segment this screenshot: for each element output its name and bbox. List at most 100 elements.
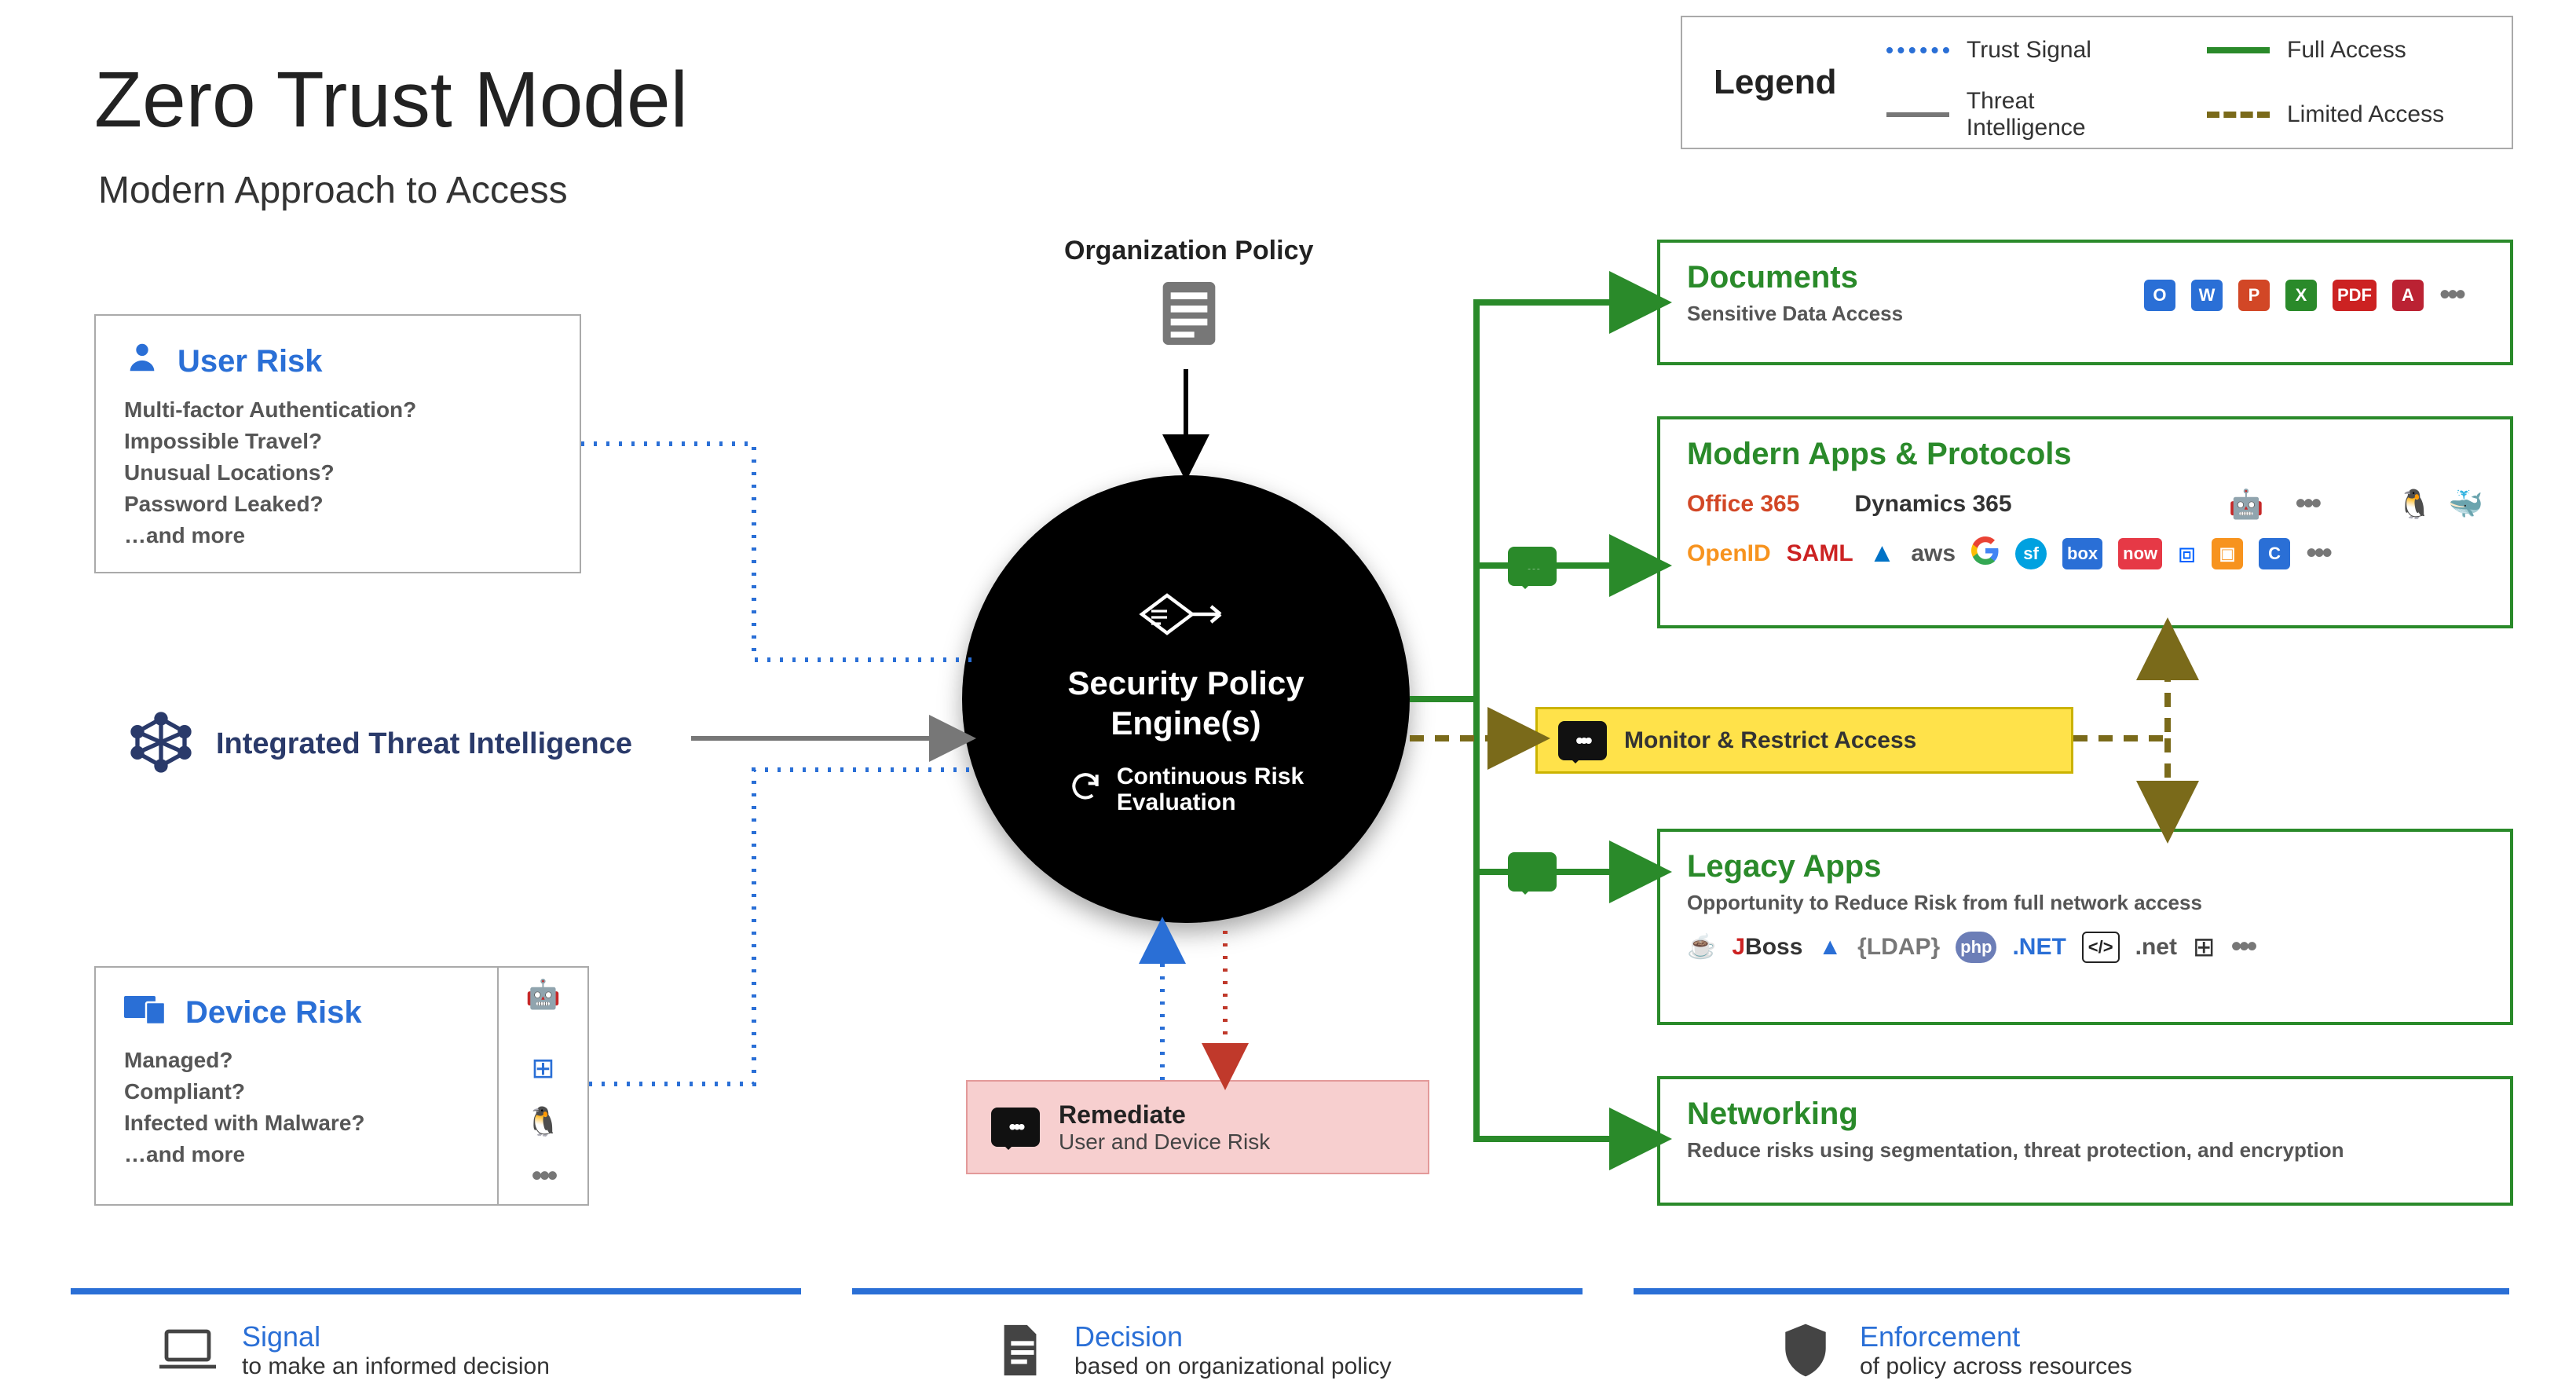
java-icon: ☕: [1687, 933, 1716, 961]
remediate-title: Remediate: [1059, 1100, 1270, 1130]
speech-bubble-icon: •••: [1558, 721, 1607, 760]
servicenow-icon: now: [2118, 538, 2162, 569]
linux-icon: 🐧: [525, 1105, 561, 1138]
legend-title: Legend: [1714, 63, 1886, 102]
device-risk-title: Device Risk: [185, 995, 362, 1031]
speech-bubble-icon: •••: [991, 1108, 1040, 1147]
engine-title-line1: Security Policy: [1067, 665, 1304, 701]
networking-sub: Reduce risks using segmentation, threat …: [1687, 1138, 2483, 1162]
device-icon: [124, 991, 168, 1034]
zero-trust-diagram: Zero Trust Model Modern Approach to Acce…: [0, 0, 2576, 1395]
dynamics365-label: Dynamics 365: [1854, 491, 2011, 518]
page-subtitle: Modern Approach to Access: [98, 169, 568, 212]
device-risk-box: Device Risk Managed? Compliant? Infected…: [94, 966, 589, 1206]
remediate-sub: User and Device Risk: [1059, 1130, 1270, 1155]
routing-icon: [1135, 583, 1237, 650]
legend-threat-intel: Threat Intelligence: [1886, 88, 2160, 141]
cycle-icon: [1068, 769, 1103, 809]
windows-icon: ⊞: [531, 1052, 554, 1085]
user-risk-item: Multi-factor Authentication?: [124, 397, 551, 423]
salesforce-icon: sf: [2015, 538, 2047, 569]
footer-enforcement-sub: of policy across resources: [1860, 1353, 2132, 1380]
modern-apps-title: Modern Apps & Protocols: [1687, 437, 2483, 472]
footer-signal-sub: to make an informed decision: [242, 1353, 550, 1380]
org-policy: Organization Policy: [1064, 236, 1313, 349]
footer-decision-title: Decision: [1074, 1320, 1392, 1353]
monitor-restrict-box: ••• Monitor & Restrict Access: [1535, 707, 2073, 774]
laptop-icon: [157, 1320, 218, 1381]
shield-icon: [1775, 1320, 1836, 1381]
linux-icon: 🐧: [2397, 488, 2432, 521]
ldap-label: {LDAP}: [1857, 934, 1940, 961]
document-icon: [1162, 335, 1217, 348]
msnet-icon: .net: [2135, 934, 2177, 961]
more-icon: •••: [2439, 277, 2463, 313]
more-icon: •••: [2230, 929, 2254, 965]
legend-label: Full Access: [2287, 37, 2406, 64]
docker-icon: 🐳: [2448, 488, 2483, 521]
speech-bubble-icon: •••: [1508, 547, 1557, 586]
dropbox-icon: ⧈: [2178, 536, 2196, 570]
android-icon: 🤖: [2229, 488, 2264, 521]
legend-label: Limited Access: [2287, 101, 2444, 128]
networking-title: Networking: [1687, 1097, 2483, 1132]
dotnet-icon: .NET: [2012, 934, 2066, 961]
azure-icon: ▲: [1869, 538, 1896, 569]
app-icon: C: [2259, 538, 2290, 569]
documents-icons: O W P X PDF A •••: [2144, 277, 2463, 313]
outlook-icon: O: [2144, 280, 2175, 311]
saml-icon: SAML: [1787, 540, 1853, 567]
user-risk-box: User Risk Multi-factor Authentication? I…: [94, 314, 581, 573]
html-icon: </>: [2082, 932, 2120, 963]
org-policy-label: Organization Policy: [1064, 236, 1313, 266]
footer-separator: [1634, 1288, 2509, 1294]
aws-icon: aws: [1911, 540, 1956, 567]
user-risk-item: Unusual Locations?: [124, 460, 551, 485]
more-icon: •••: [2306, 536, 2329, 571]
box-icon: box: [2062, 538, 2102, 569]
footer-separator: [852, 1288, 1583, 1294]
google-icon: [1971, 536, 2000, 571]
user-risk-item: Password Leaked?: [124, 492, 551, 517]
monitor-label: Monitor & Restrict Access: [1624, 727, 1916, 754]
legacy-apps-sub: Opportunity to Reduce Risk from full net…: [1687, 891, 2483, 915]
modern-apps-box: Modern Apps & Protocols Office 365 Dynam…: [1657, 416, 2513, 628]
powerpoint-icon: P: [2238, 280, 2270, 311]
windows-icon: ⊞: [2193, 932, 2216, 963]
engine-title-line2: Engine(s): [1111, 705, 1261, 741]
documents-box: Documents Sensitive Data Access O W P X …: [1657, 240, 2513, 365]
app-icon: ▣: [2212, 538, 2243, 569]
office365-label: Office 365: [1687, 491, 1799, 518]
speech-bubble-icon: •••: [1508, 852, 1557, 892]
legend-label: Trust Signal: [1967, 37, 2091, 64]
legend-full-access: Full Access: [2207, 24, 2480, 77]
device-risk-item: Compliant?: [124, 1079, 469, 1104]
openid-icon: OpenID: [1687, 540, 1771, 567]
engine-title: Security Policy Engine(s): [1067, 664, 1304, 743]
security-policy-engine: Security Policy Engine(s) Continuous Ris…: [962, 475, 1410, 923]
legend-box: Legend Trust Signal Full Access Threat I…: [1681, 16, 2513, 149]
user-risk-title: User Risk: [177, 344, 323, 379]
android-icon: 🤖: [525, 978, 561, 1011]
threat-intel-row: Integrated Threat Intelligence: [130, 711, 632, 778]
dashed-olive-line-icon: [2207, 112, 2270, 118]
access-icon: A: [2392, 280, 2424, 311]
engine-sub-label: Continuous Risk Evaluation: [1117, 763, 1304, 815]
device-risk-item: …and more: [124, 1142, 469, 1167]
footer-enforcement-title: Enforcement: [1860, 1320, 2132, 1353]
device-risk-item: Managed?: [124, 1048, 469, 1073]
word-icon: W: [2191, 280, 2223, 311]
footer-decision-sub: based on organizational policy: [1074, 1353, 1392, 1380]
more-icon: •••: [2295, 486, 2318, 522]
footer-enforcement: Enforcement of policy across resources: [1775, 1320, 2132, 1381]
user-icon: [124, 339, 160, 383]
networking-box: Networking Reduce risks using segmentati…: [1657, 1076, 2513, 1206]
excel-icon: X: [2285, 280, 2317, 311]
jboss-icon: JBoss: [1732, 934, 1802, 961]
legacy-apps-title: Legacy Apps: [1687, 849, 2483, 884]
pdf-icon: PDF: [2333, 280, 2377, 311]
footer-signal-title: Signal: [242, 1320, 550, 1353]
legacy-apps-box: Legacy Apps Opportunity to Reduce Risk f…: [1657, 829, 2513, 1025]
legend-trust-signal: Trust Signal: [1886, 24, 2160, 77]
php-icon: php: [1956, 932, 1996, 963]
